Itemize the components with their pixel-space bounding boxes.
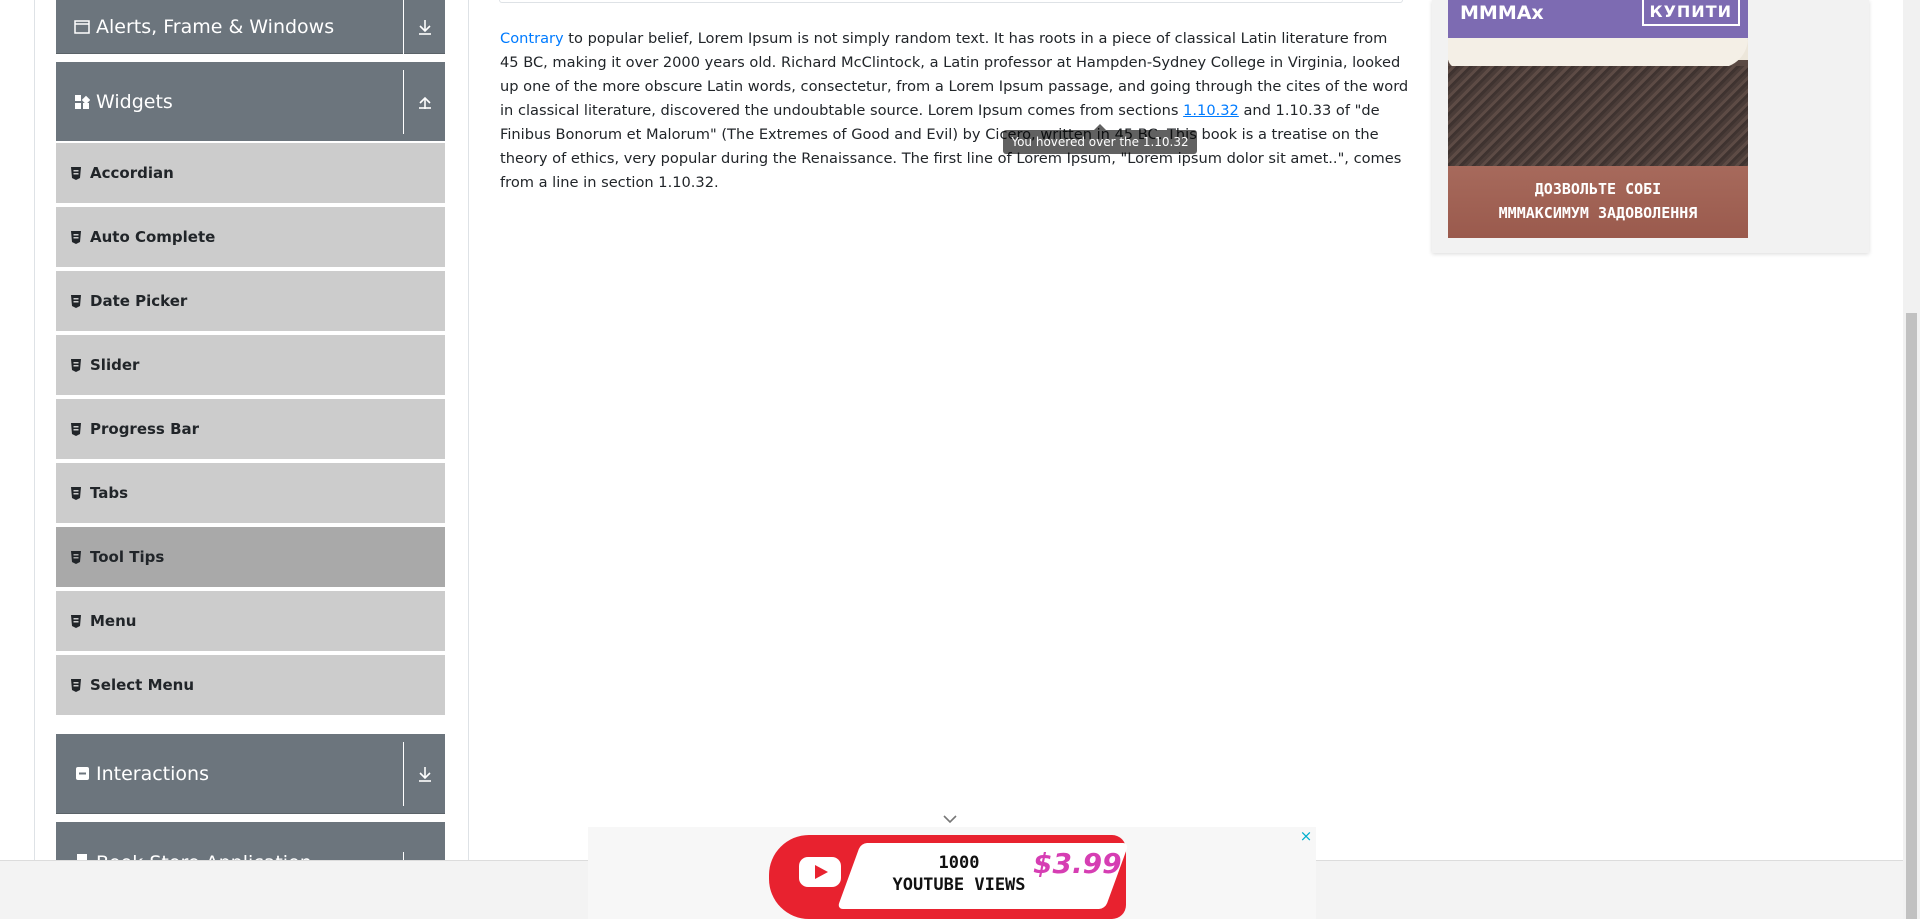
- menu-item-label: Progress Bar: [90, 420, 200, 438]
- html5-icon: [70, 550, 82, 564]
- ad-tagline-2: МММАКСИМУМ ЗАДОВОЛЕННЯ: [1498, 204, 1698, 222]
- menu-item-date-picker[interactable]: Date Picker: [56, 269, 445, 331]
- menu-item-label: Auto Complete: [90, 228, 216, 246]
- menu-item-auto-complete[interactable]: Auto Complete: [56, 205, 445, 267]
- ad-right-banner[interactable]: MMMAx КУПИТИ ДОЗВОЛЬТЕ СОБІ МММАКСИМУМ З…: [1448, 0, 1748, 238]
- ad-bottom-banner[interactable]: 1000 YOUTUBE VIEWS $3.99: [769, 835, 1130, 919]
- chevron-down-icon[interactable]: [941, 810, 959, 824]
- html5-icon: [70, 230, 82, 244]
- menu-item-label: Tabs: [90, 484, 129, 502]
- content-card-edge: [499, 0, 1403, 3]
- page-left-border: [34, 0, 35, 860]
- ad-cream-layer: [1448, 38, 1748, 68]
- close-icon[interactable]: ×: [1299, 829, 1313, 844]
- menu-item-select-menu[interactable]: Select Menu: [56, 653, 445, 715]
- html5-icon: [70, 486, 82, 500]
- menu-item-tabs[interactable]: Tabs: [56, 461, 445, 523]
- menu-item-label: Slider: [90, 356, 140, 374]
- youtube-play-icon: [799, 857, 841, 887]
- expand-down-icon[interactable]: [403, 0, 445, 54]
- contrary-text[interactable]: Contrary: [500, 30, 564, 47]
- tooltip-paragraph: Contrary to popular belief, Lorem Ipsum …: [500, 27, 1410, 195]
- menu-item-label: Accordian: [90, 164, 174, 182]
- group-label: Interactions: [96, 762, 209, 785]
- html5-icon: [70, 678, 82, 692]
- group-alerts-frame-windows[interactable]: Alerts, Frame & Windows: [56, 0, 445, 54]
- group-interactions[interactable]: Interactions: [56, 734, 445, 814]
- html5-icon: [70, 294, 82, 308]
- tooltip: You hovered over the 1.10.32: [1003, 130, 1197, 154]
- menu-item-label: Select Menu: [90, 676, 195, 694]
- ad-buy-button[interactable]: КУПИТИ: [1641, 0, 1740, 26]
- ad-cake-layer: [1448, 66, 1748, 166]
- menu-item-menu[interactable]: Menu: [56, 589, 445, 651]
- menu-item-label: Date Picker: [90, 292, 188, 310]
- menu-item-accordian[interactable]: Accordian: [56, 141, 445, 203]
- expand-down-icon[interactable]: [403, 741, 445, 806]
- ad-price: $3.99: [1033, 847, 1122, 880]
- html5-icon: [70, 358, 82, 372]
- ad-line-1: 1000: [938, 853, 980, 873]
- ad-tagline-1: ДОЗВОЛЬТЕ СОБІ: [1534, 180, 1662, 198]
- group-book-store-application[interactable]: Book Store Application: [56, 822, 445, 862]
- group-widgets[interactable]: Widgets: [56, 62, 445, 142]
- menu-item-progress-bar[interactable]: Progress Bar: [56, 397, 445, 459]
- widgets-icon: [74, 94, 90, 110]
- menu-item-label: Menu: [90, 612, 137, 630]
- group-label: Widgets: [96, 90, 173, 113]
- html5-icon: [70, 166, 82, 180]
- collapse-up-icon[interactable]: [403, 69, 445, 134]
- interactions-icon: [74, 766, 90, 782]
- menu-item-label: Tool Tips: [90, 548, 165, 566]
- window-icon: [74, 19, 90, 35]
- html5-icon: [70, 614, 82, 628]
- menu-item-slider[interactable]: Slider: [56, 333, 445, 395]
- section-link-1-10-32[interactable]: 1.10.32: [1183, 102, 1239, 119]
- scrollbar-thumb[interactable]: [1906, 313, 1917, 919]
- ad-line-2: YOUTUBE VIEWS: [892, 875, 1026, 895]
- group-label: Alerts, Frame & Windows: [96, 15, 335, 38]
- sidebar-divider: [468, 0, 469, 860]
- ad-brand: MMMAx: [1460, 2, 1544, 24]
- html5-icon: [70, 422, 82, 436]
- menu-item-tool-tips[interactable]: Tool Tips: [56, 525, 445, 587]
